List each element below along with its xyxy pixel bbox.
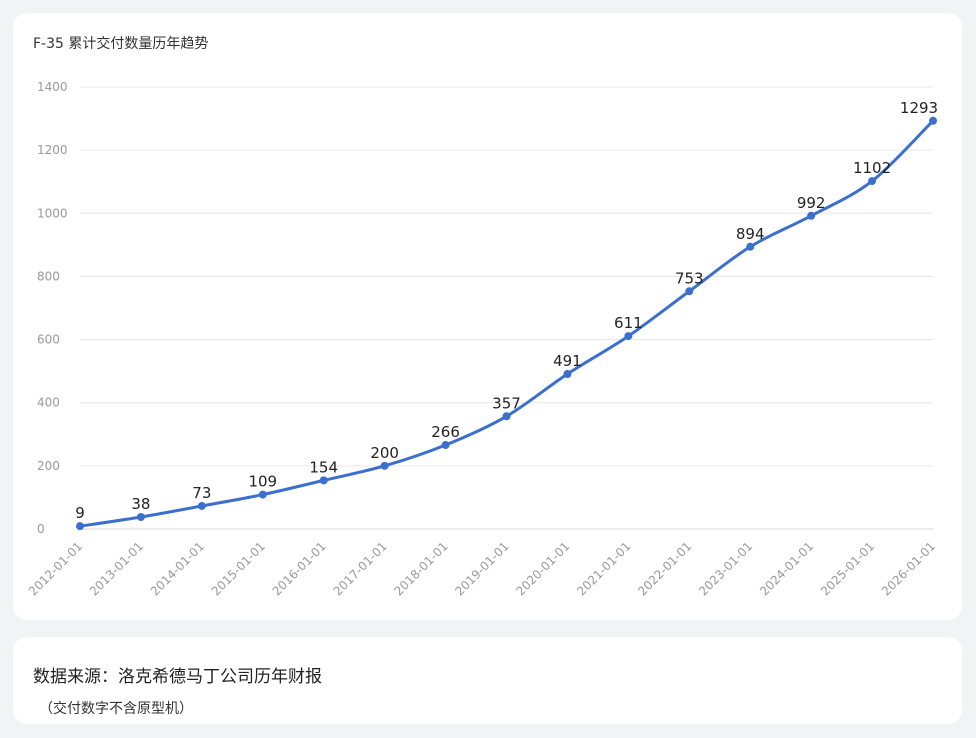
data-label: 200 [370,444,399,462]
data-point [868,177,877,186]
data-point [685,287,694,296]
data-label: 73 [192,484,211,502]
y-tick-label: 800 [37,269,60,283]
x-tick-label: 2017-01-01 [331,539,390,598]
data-point [929,116,937,125]
x-tick-label: 2026-01-01 [879,539,938,598]
x-tick-label: 2019-01-01 [452,539,511,598]
data-label: 611 [614,314,643,332]
data-label: 753 [675,269,704,287]
data-point [136,513,145,522]
x-tick-label: 2015-01-01 [209,539,268,598]
data-point [76,522,84,531]
y-tick-label: 400 [37,396,60,410]
x-tick-label: 2018-01-01 [391,539,450,598]
y-tick-label: 1400 [37,80,68,94]
data-point [807,211,816,220]
data-label: 266 [431,423,460,441]
data-label: 894 [736,225,765,243]
x-tick-label: 2016-01-01 [270,539,329,598]
x-tick-label: 2021-01-01 [574,539,633,598]
data-point [258,490,267,499]
y-tick-label: 1200 [37,143,68,157]
data-point [624,332,633,341]
y-tick-label: 1000 [37,206,68,220]
x-tick-label: 2014-01-01 [148,539,207,598]
data-point [319,476,328,485]
y-tick-label: 0 [37,522,45,536]
line-chart: 0 200 400 600 800 1000 1200 1400 2012-01-01 2013-… [26,80,938,598]
data-label: 357 [492,394,521,412]
x-tick-label: 2022-01-01 [635,539,694,598]
data-label: 1293 [900,99,938,117]
data-label: 109 [248,473,277,491]
data-point [502,412,511,421]
x-tick-label: 2020-01-01 [513,539,572,598]
data-label: 491 [553,352,582,370]
x-tick-label: 2023-01-01 [696,539,755,598]
x-tick-label: 2012-01-01 [26,539,85,598]
data-source-text: 数据来源：洛克希德马丁公司历年财报 [33,667,322,687]
data-label: 9 [75,504,85,522]
data-point [441,441,450,450]
data-label: 154 [309,458,338,476]
data-point [197,501,206,510]
y-tick-label: 200 [37,459,60,473]
data-label: 992 [797,194,826,212]
data-point [746,242,755,251]
data-point [380,461,389,470]
data-note-text: （交付数字不含原型机） [39,701,193,717]
x-tick-label: 2025-01-01 [818,539,877,598]
y-tick-label: 600 [37,333,60,347]
source-card: 数据来源：洛克希德马丁公司历年财报 （交付数字不含原型机） [13,637,962,724]
x-tick-label: 2013-01-01 [87,539,146,598]
data-point [563,369,572,378]
data-label: 1102 [853,159,891,177]
chart-card: F-35 累计交付数量历年趋势 0 200 400 600 800 1000 1200 140… [13,13,962,620]
series-line [79,119,935,528]
data-label: 38 [131,495,150,513]
x-tick-label: 2024-01-01 [757,539,816,598]
